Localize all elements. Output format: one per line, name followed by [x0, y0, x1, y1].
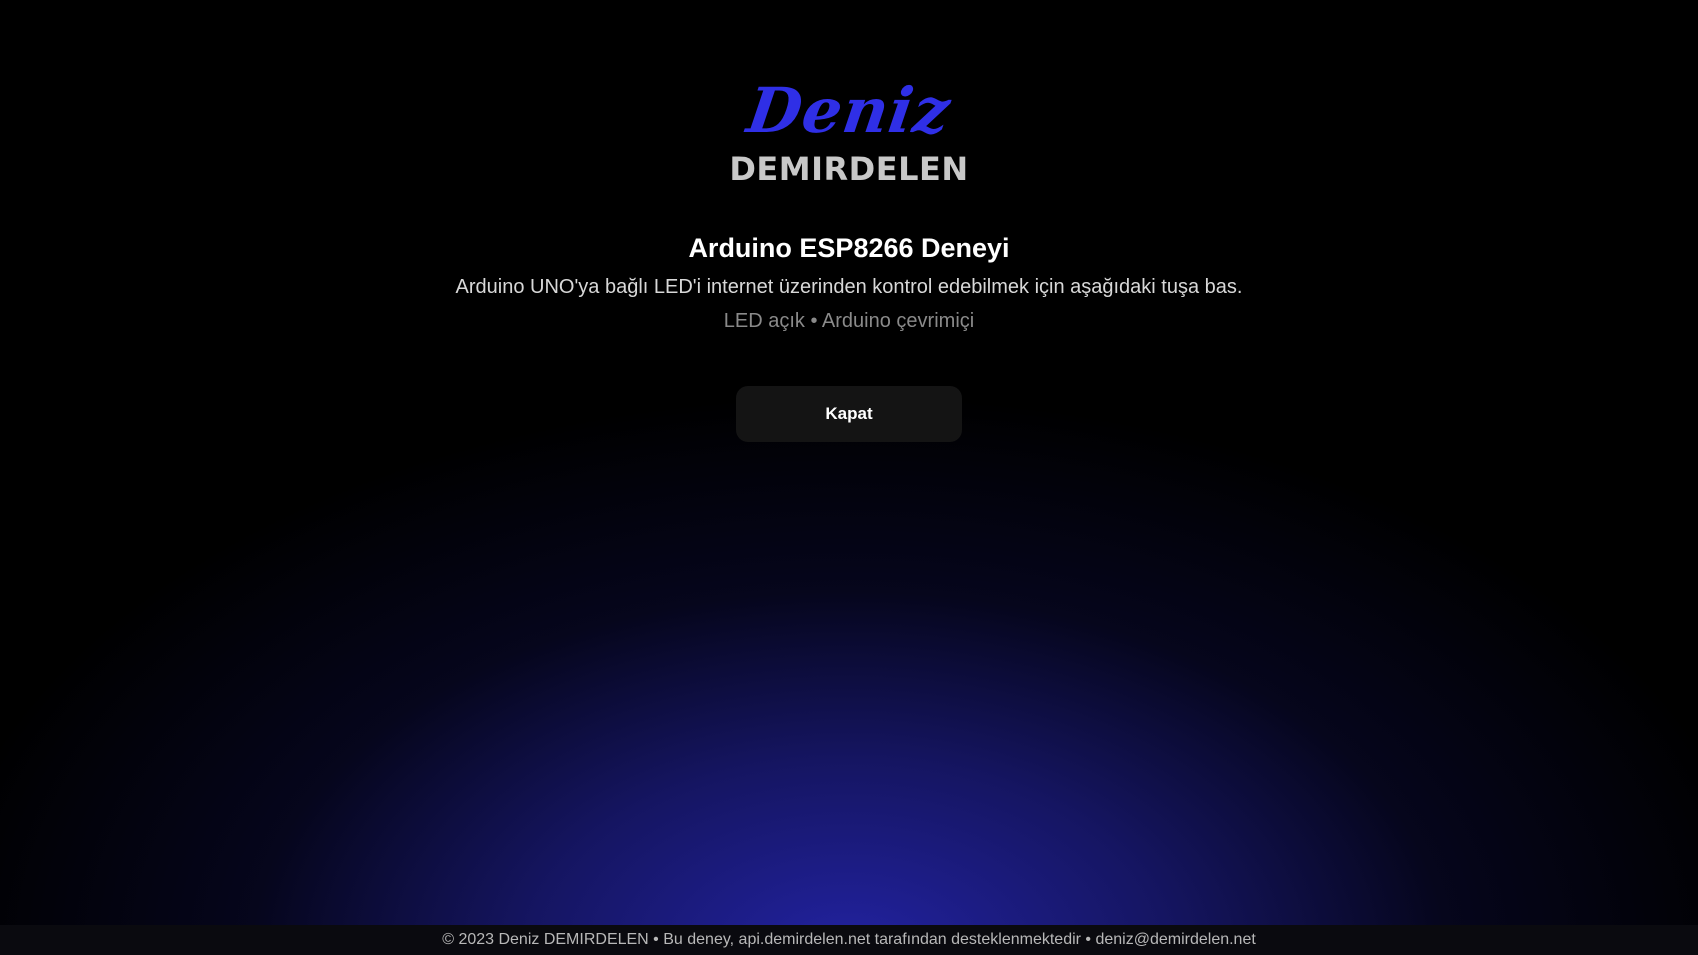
logo-script-text: Deniz	[742, 74, 956, 147]
brand-logo: Deniz DEMIRDELEN	[0, 74, 1698, 186]
status-text: LED açık • Arduino çevrimiçi	[723, 310, 975, 332]
page-title: Arduino ESP8266 Deneyi	[688, 233, 1010, 263]
page: Deniz DEMIRDELEN Arduino ESP8266 Deneyi …	[0, 0, 1698, 955]
footer: © 2023 Deniz DEMIRDELEN • Bu deney, api.…	[0, 925, 1698, 955]
logo-block-text: DEMIRDELEN	[729, 150, 969, 188]
led-toggle-button[interactable]: Kapat	[736, 386, 962, 442]
page-description: Arduino UNO'ya bağlı LED'i internet üzer…	[455, 276, 1243, 298]
